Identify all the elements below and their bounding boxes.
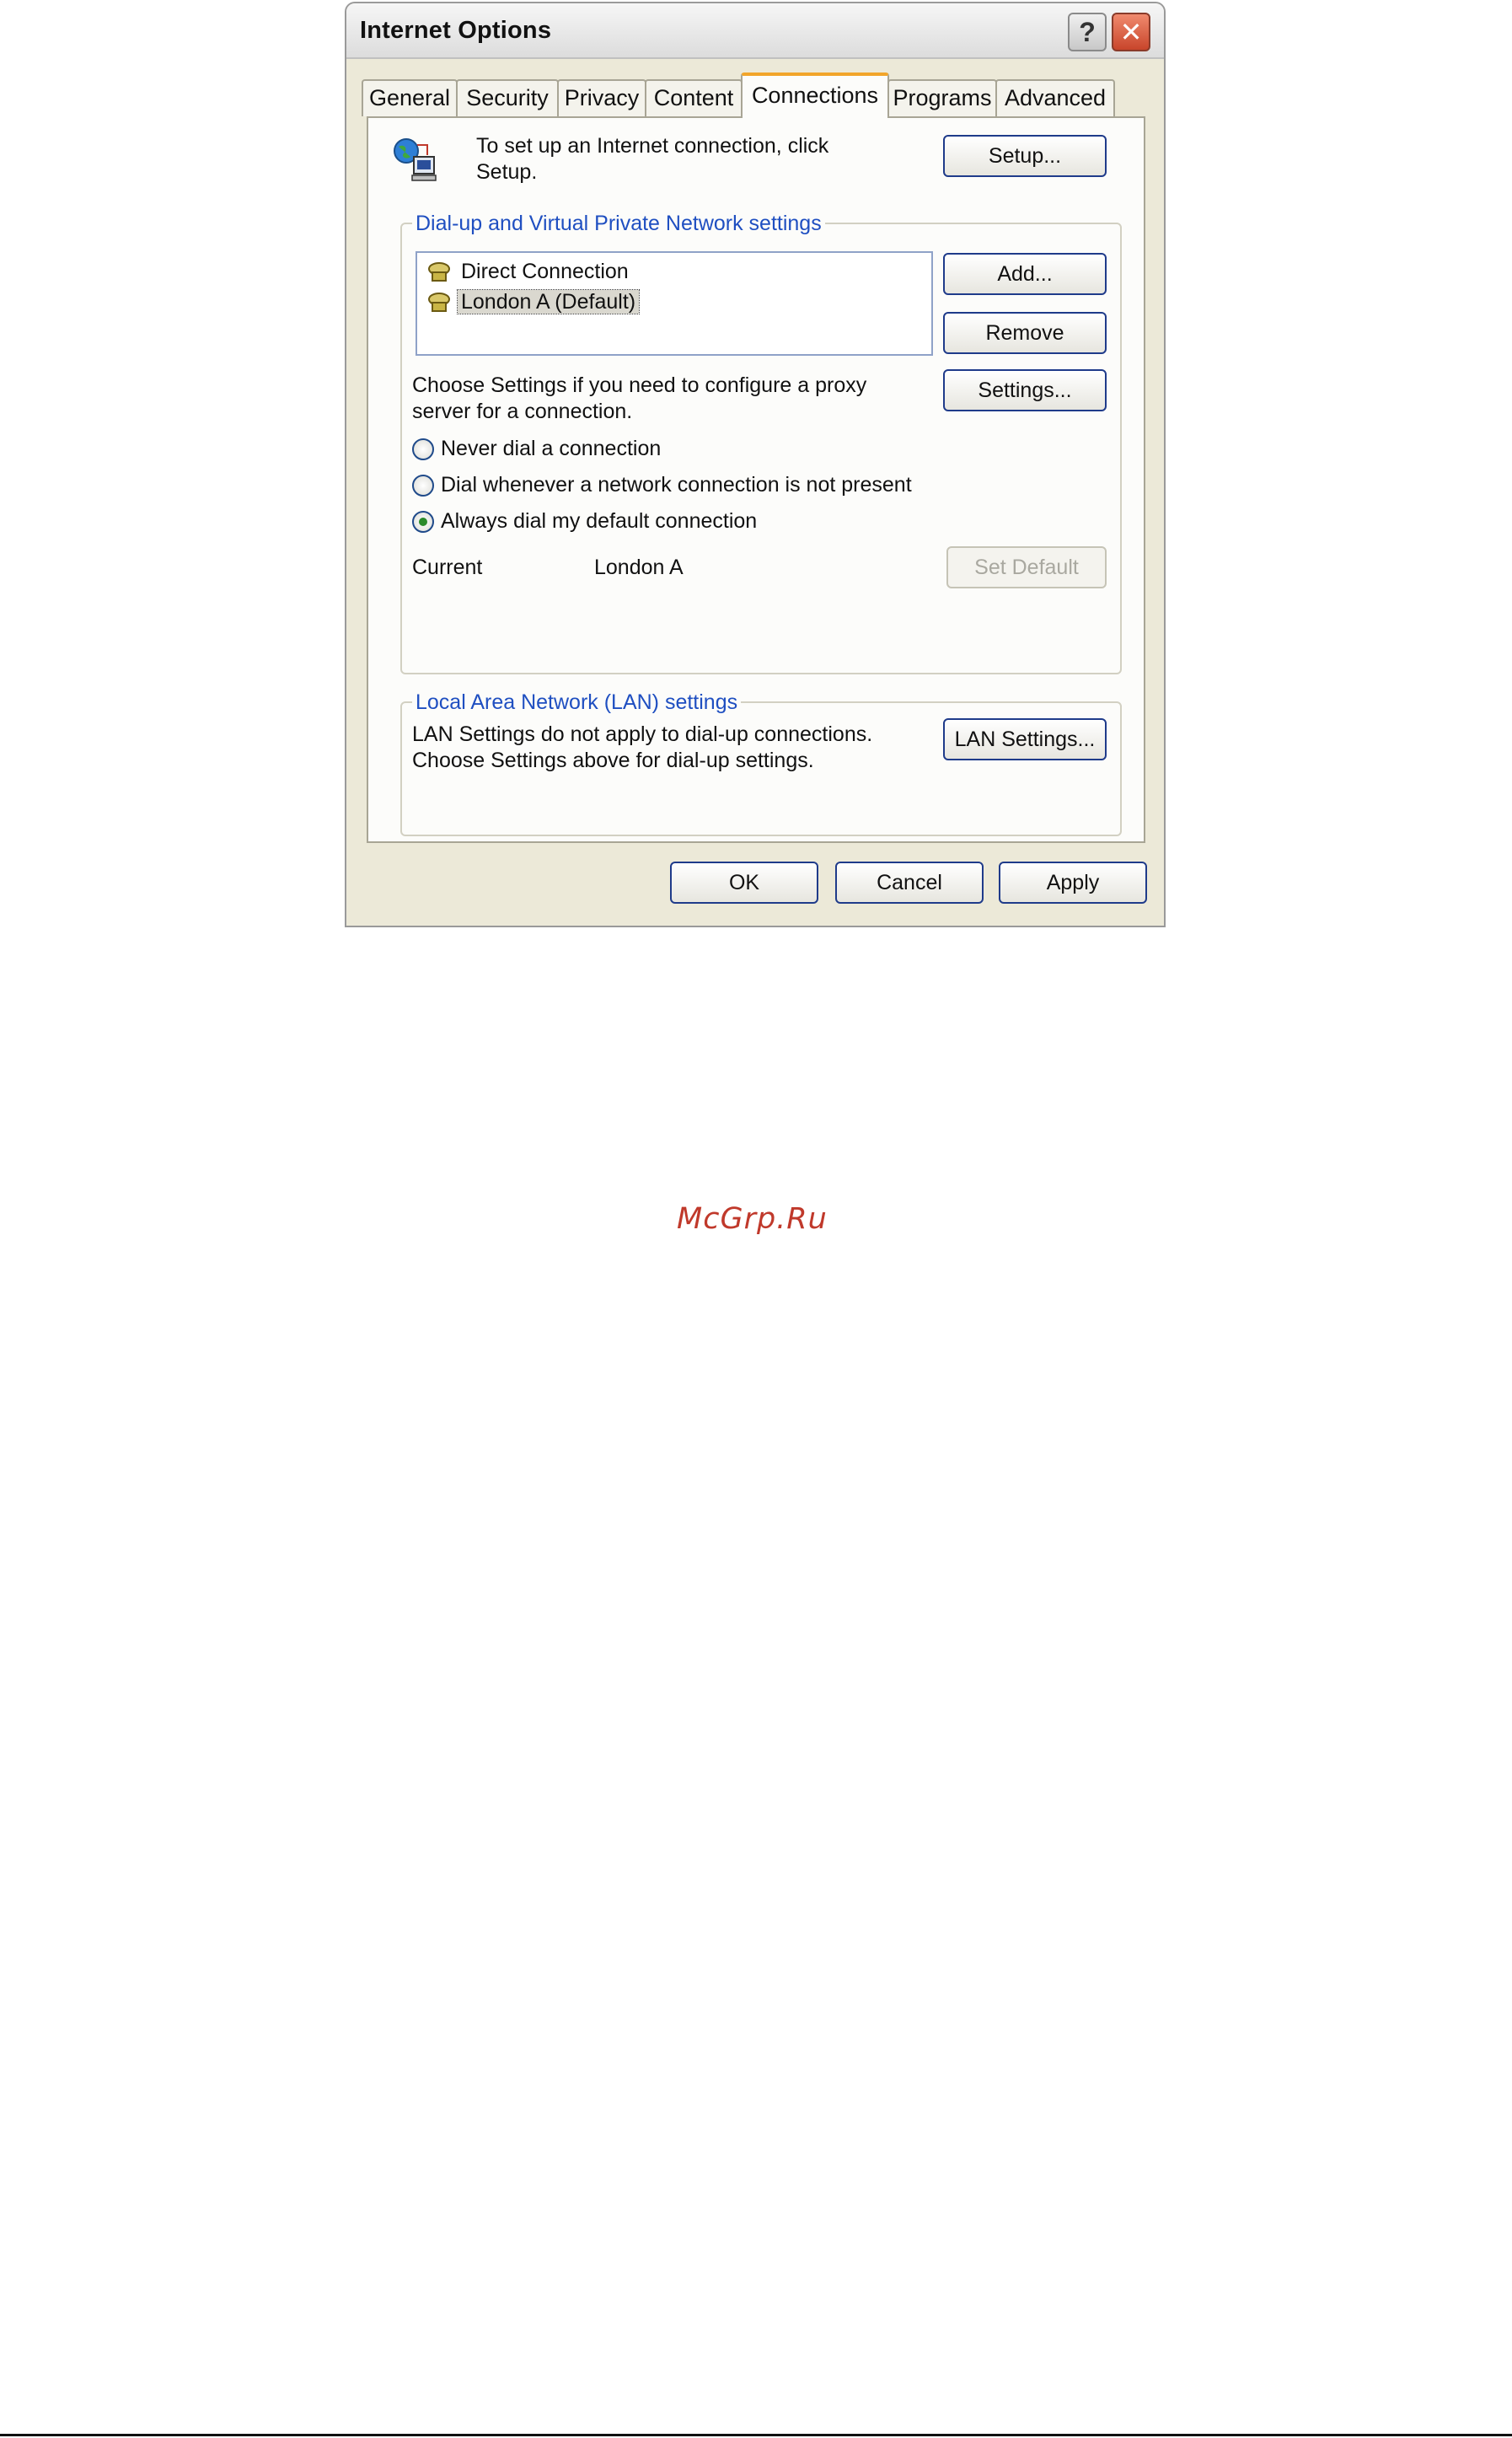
title-bar[interactable]: Internet Options ? ✕	[346, 3, 1164, 59]
radio-dial-whenever[interactable]: Dial whenever a network connection is no…	[412, 473, 912, 503]
radio-button[interactable]	[412, 474, 434, 497]
current-label: Current	[412, 556, 483, 579]
remove-button[interactable]: Remove	[943, 312, 1107, 354]
cancel-button[interactable]: Cancel	[835, 862, 984, 904]
list-item-london-a[interactable]: London A (Default)	[417, 287, 931, 317]
proxy-description-line1: Choose Settings if you need to configure…	[412, 373, 867, 397]
apply-button[interactable]: Apply	[999, 862, 1147, 904]
internet-options-dialog: Internet Options ? ✕ General Security Pr…	[345, 2, 1166, 927]
lan-settings-group-label: Local Area Network (LAN) settings	[412, 690, 742, 715]
setup-button[interactable]: Setup...	[943, 135, 1107, 177]
help-button[interactable]: ?	[1068, 13, 1107, 51]
radio-button[interactable]	[412, 438, 434, 460]
phone-connection-icon	[428, 293, 450, 313]
tab-general[interactable]: General	[362, 79, 458, 116]
connection-name: London A (Default)	[456, 289, 641, 314]
tab-connections[interactable]: Connections	[741, 72, 889, 118]
close-button[interactable]: ✕	[1112, 13, 1150, 51]
tab-privacy[interactable]: Privacy	[557, 79, 646, 116]
radio-label: Never dial a connection	[441, 437, 662, 460]
tab-programs[interactable]: Programs	[887, 79, 997, 116]
connections-tab-page: To set up an Internet connection, click …	[367, 116, 1145, 843]
radio-label: Always dial my default connection	[441, 509, 758, 533]
set-default-button[interactable]: Set Default	[946, 546, 1107, 588]
setup-description-line2: Setup.	[476, 160, 538, 184]
connections-list[interactable]: Direct Connection London A (Default)	[416, 251, 933, 356]
setup-description-line1: To set up an Internet connection, click	[476, 134, 829, 158]
lan-description-line2: Choose Settings above for dial-up settin…	[412, 749, 814, 772]
radio-always-dial[interactable]: Always dial my default connection	[412, 509, 757, 540]
radio-button[interactable]	[412, 510, 434, 533]
tab-advanced[interactable]: Advanced	[995, 79, 1115, 116]
tab-security[interactable]: Security	[456, 79, 559, 116]
page-bottom-rule	[0, 2434, 1512, 2436]
ok-button[interactable]: OK	[670, 862, 818, 904]
add-button[interactable]: Add...	[943, 253, 1107, 295]
lan-description-line1: LAN Settings do not apply to dial-up con…	[412, 722, 873, 746]
current-connection-value: London A	[594, 556, 684, 579]
settings-button[interactable]: Settings...	[943, 369, 1107, 411]
connection-name: Direct Connection	[461, 260, 629, 283]
network-connection-icon	[394, 138, 437, 181]
radio-never-dial[interactable]: Never dial a connection	[412, 437, 661, 467]
watermark-text: McGrp.Ru	[677, 1202, 828, 1236]
proxy-description-line2: server for a connection.	[412, 400, 633, 423]
list-item-direct-connection[interactable]: Direct Connection	[417, 256, 931, 287]
lan-settings-button[interactable]: LAN Settings...	[943, 718, 1107, 760]
window-title: Internet Options	[360, 17, 552, 44]
phone-connection-icon	[428, 262, 450, 282]
radio-label: Dial whenever a network connection is no…	[441, 473, 912, 497]
tab-content[interactable]: Content	[645, 79, 743, 116]
dialup-vpn-group-label: Dial-up and Virtual Private Network sett…	[412, 211, 825, 236]
